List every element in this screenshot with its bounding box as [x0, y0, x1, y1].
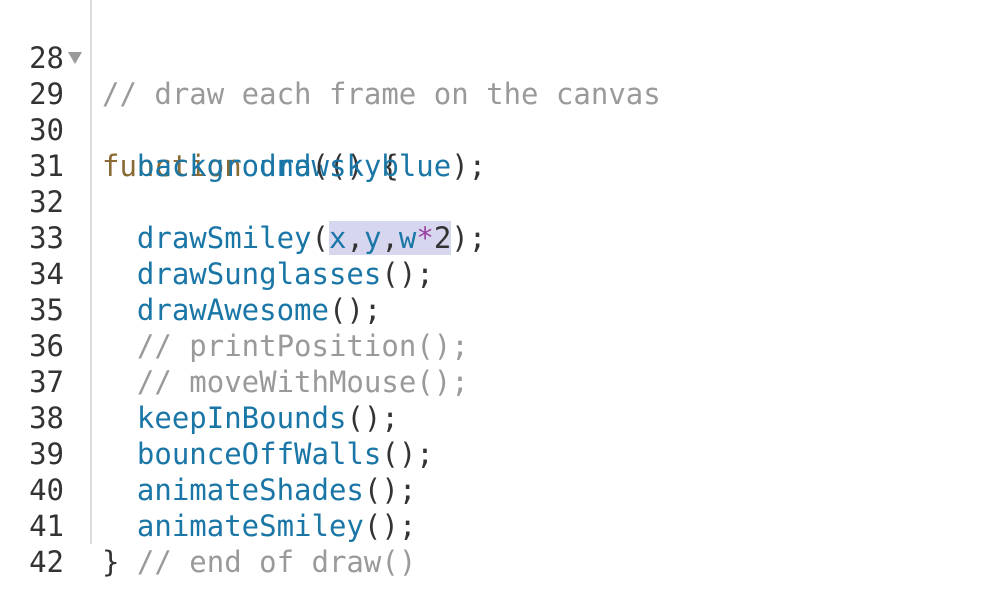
code-line-36[interactable]: 36 // moveWithMouse();: [0, 292, 992, 399]
code-line-32[interactable]: 32 drawSmiley(x,y,w*2);: [0, 148, 992, 255]
comment: // end of draw(): [136, 545, 417, 579]
line-number: 42: [29, 545, 64, 579]
code-line-38[interactable]: 38 bounceOffWalls();: [0, 364, 992, 471]
code-line-39[interactable]: 39 animateShades();: [0, 400, 992, 507]
code-line-42[interactable]: 42: [0, 508, 992, 579]
code-line-34[interactable]: 34 drawAwesome();: [0, 220, 992, 327]
code-line-41[interactable]: 41 } // end of draw(): [0, 472, 992, 579]
code-line-33[interactable]: 33 drawSunglasses();: [0, 184, 992, 291]
code-line-37[interactable]: 37 keepInBounds();: [0, 328, 992, 435]
code-editor[interactable]: 28 // draw each frame on the canvas 29 f…: [0, 0, 992, 579]
code-line-28[interactable]: 28 // draw each frame on the canvas: [0, 4, 992, 111]
code-line-40[interactable]: 40 animateSmiley();: [0, 436, 992, 543]
punctuation: }: [102, 545, 137, 579]
code-line-35[interactable]: 35 // printPosition();: [0, 256, 992, 363]
code-line-31[interactable]: 31: [0, 112, 992, 183]
code-line-29[interactable]: 29 function draw() {: [0, 40, 992, 183]
code-line-30[interactable]: 30 background(skyblue);: [0, 76, 992, 183]
fold-arrow-icon[interactable]: [68, 52, 82, 64]
